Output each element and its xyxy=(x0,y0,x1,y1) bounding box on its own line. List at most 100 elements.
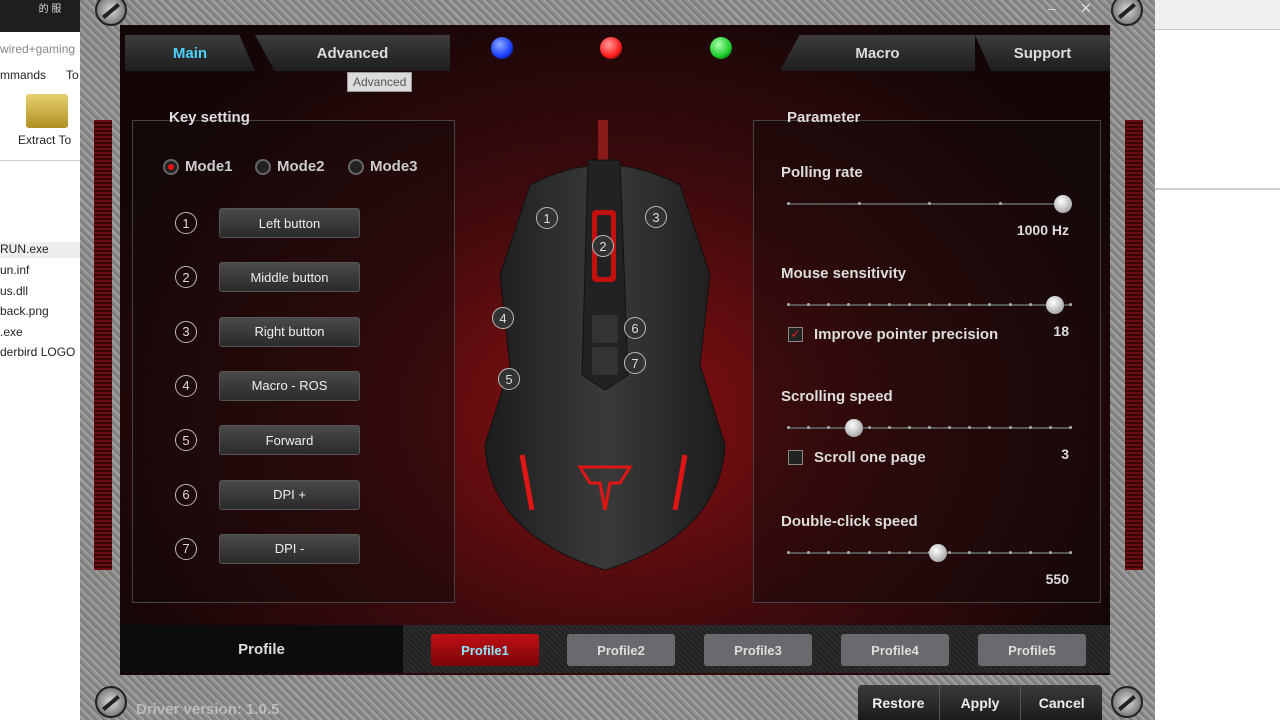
sensitivity-value: 18 xyxy=(1053,323,1069,339)
key-assign-button[interactable]: Forward xyxy=(219,425,360,456)
scrolling-value: 3 xyxy=(1061,446,1069,462)
file-item[interactable]: us.dll xyxy=(0,284,28,298)
file-item[interactable]: derbird LOGO xyxy=(0,345,75,359)
slider-tick xyxy=(867,426,871,429)
slider-tick xyxy=(907,426,911,429)
slider-tick xyxy=(1048,551,1052,554)
slider-knob[interactable] xyxy=(1045,296,1064,314)
slider-tick xyxy=(928,426,931,429)
mouse-label-5: 5 xyxy=(498,368,520,390)
scrolling-label: Scrolling speed xyxy=(781,388,893,405)
key-number: 7 xyxy=(175,537,197,560)
key-number: 1 xyxy=(175,212,197,234)
slider-tick xyxy=(1069,551,1072,554)
slider-tick xyxy=(787,551,790,554)
extract-icon[interactable] xyxy=(26,94,68,128)
minimize-button[interactable]: – xyxy=(1048,0,1056,16)
slider-tick xyxy=(1008,303,1012,306)
mode-label: Mode3 xyxy=(370,158,418,175)
key-assign-button[interactable]: Middle button xyxy=(219,262,360,293)
restore-button[interactable]: Restore xyxy=(858,685,940,720)
slider-tick xyxy=(1028,426,1032,429)
profile1-button[interactable]: Profile1 xyxy=(431,634,539,666)
mode1-radio[interactable]: Mode1 xyxy=(163,158,233,175)
tab-advanced[interactable]: Advanced xyxy=(255,35,450,71)
decor-right xyxy=(1125,120,1143,570)
slider-knob[interactable] xyxy=(1054,195,1072,213)
double-click-value: 550 xyxy=(1045,571,1069,587)
mouse-image xyxy=(484,120,726,571)
scrolling-slider[interactable] xyxy=(787,419,1072,437)
double-click-label: Double-click speed xyxy=(781,513,918,530)
improve-precision-checkbox[interactable]: ✓ xyxy=(788,327,803,342)
mouse-label-6: 6 xyxy=(624,317,646,339)
key-assign-button[interactable]: Left button xyxy=(219,208,360,238)
parameter-title: Parameter xyxy=(787,109,861,126)
cancel-button[interactable]: Cancel xyxy=(1021,685,1102,720)
file-item[interactable]: un.inf xyxy=(0,263,29,277)
slider-tick xyxy=(887,551,891,554)
tab-main[interactable]: Main xyxy=(125,35,255,71)
slider-tick xyxy=(867,551,871,554)
slider-tick xyxy=(948,303,952,306)
file-item[interactable]: RUN.exe xyxy=(0,242,49,256)
extract-to-button[interactable]: Extract To xyxy=(18,133,71,147)
led-red[interactable] xyxy=(600,37,622,59)
profile5-button[interactable]: Profile5 xyxy=(978,634,1086,666)
tab-macro[interactable]: Macro xyxy=(780,35,975,71)
close-button[interactable]: ✕ xyxy=(1080,0,1092,17)
key-assign-button[interactable]: DPI - xyxy=(219,533,360,564)
led-blue[interactable] xyxy=(491,37,513,59)
profile3-button[interactable]: Profile3 xyxy=(704,634,812,666)
slider-tick xyxy=(968,303,972,306)
menu-tools[interactable]: To xyxy=(66,68,79,82)
screw-icon xyxy=(1111,0,1143,26)
slider-knob[interactable] xyxy=(928,544,947,562)
key-assign-button[interactable]: Right button xyxy=(219,316,360,347)
slider-tick xyxy=(988,551,992,554)
slider-tick xyxy=(948,426,952,429)
key-number: 4 xyxy=(175,374,197,397)
slider-tick xyxy=(887,426,891,429)
slider-knob[interactable] xyxy=(844,419,863,437)
slider-tick xyxy=(907,551,911,554)
polling-rate-slider[interactable] xyxy=(787,195,1072,213)
mouse-label-1: 1 xyxy=(536,207,558,229)
profile-bar: Profile Profile1 Profile2 Profile3 Profi… xyxy=(120,625,1110,673)
slider-tick xyxy=(1069,303,1072,306)
slider-tick xyxy=(807,551,811,554)
mode3-radio[interactable]: Mode3 xyxy=(348,158,418,175)
address-bar[interactable]: wired+gaming xyxy=(0,42,75,56)
slider-tick xyxy=(827,551,831,554)
profile2-button[interactable]: Profile2 xyxy=(567,634,675,666)
file-item[interactable]: back.png xyxy=(0,304,49,318)
slider-tick xyxy=(1008,426,1012,429)
slider-tick xyxy=(1028,551,1032,554)
scroll-one-page-checkbox[interactable] xyxy=(788,450,803,465)
profile4-button[interactable]: Profile4 xyxy=(841,634,949,666)
sensitivity-label: Mouse sensitivity xyxy=(781,265,907,282)
mode-label: Mode1 xyxy=(185,158,233,175)
menu-commands[interactable]: mmands xyxy=(0,68,46,82)
file-item[interactable]: .exe xyxy=(0,325,23,339)
mouse-label-7: 7 xyxy=(624,352,646,374)
mouse-label-4: 4 xyxy=(492,307,514,329)
tab-support[interactable]: Support xyxy=(975,35,1110,71)
slider-tick xyxy=(887,303,891,306)
background-window xyxy=(1155,0,1280,720)
apply-button[interactable]: Apply xyxy=(940,685,1022,720)
double-click-slider[interactable] xyxy=(787,544,1072,562)
slider-tick xyxy=(807,303,811,306)
slider-tick xyxy=(787,303,790,306)
slider-tick xyxy=(1008,551,1012,554)
sensitivity-slider[interactable] xyxy=(787,296,1072,314)
slider-tick xyxy=(1069,426,1072,429)
mode2-radio[interactable]: Mode2 xyxy=(255,158,325,175)
scroll-one-page-label: Scroll one page xyxy=(814,449,926,466)
polling-rate-label: Polling rate xyxy=(781,164,863,181)
key-assign-button[interactable]: DPI + xyxy=(219,479,360,510)
slider-tick xyxy=(948,551,952,554)
decor-left xyxy=(94,120,112,570)
led-green[interactable] xyxy=(710,37,732,59)
key-assign-button[interactable]: Macro - ROS xyxy=(219,370,360,401)
